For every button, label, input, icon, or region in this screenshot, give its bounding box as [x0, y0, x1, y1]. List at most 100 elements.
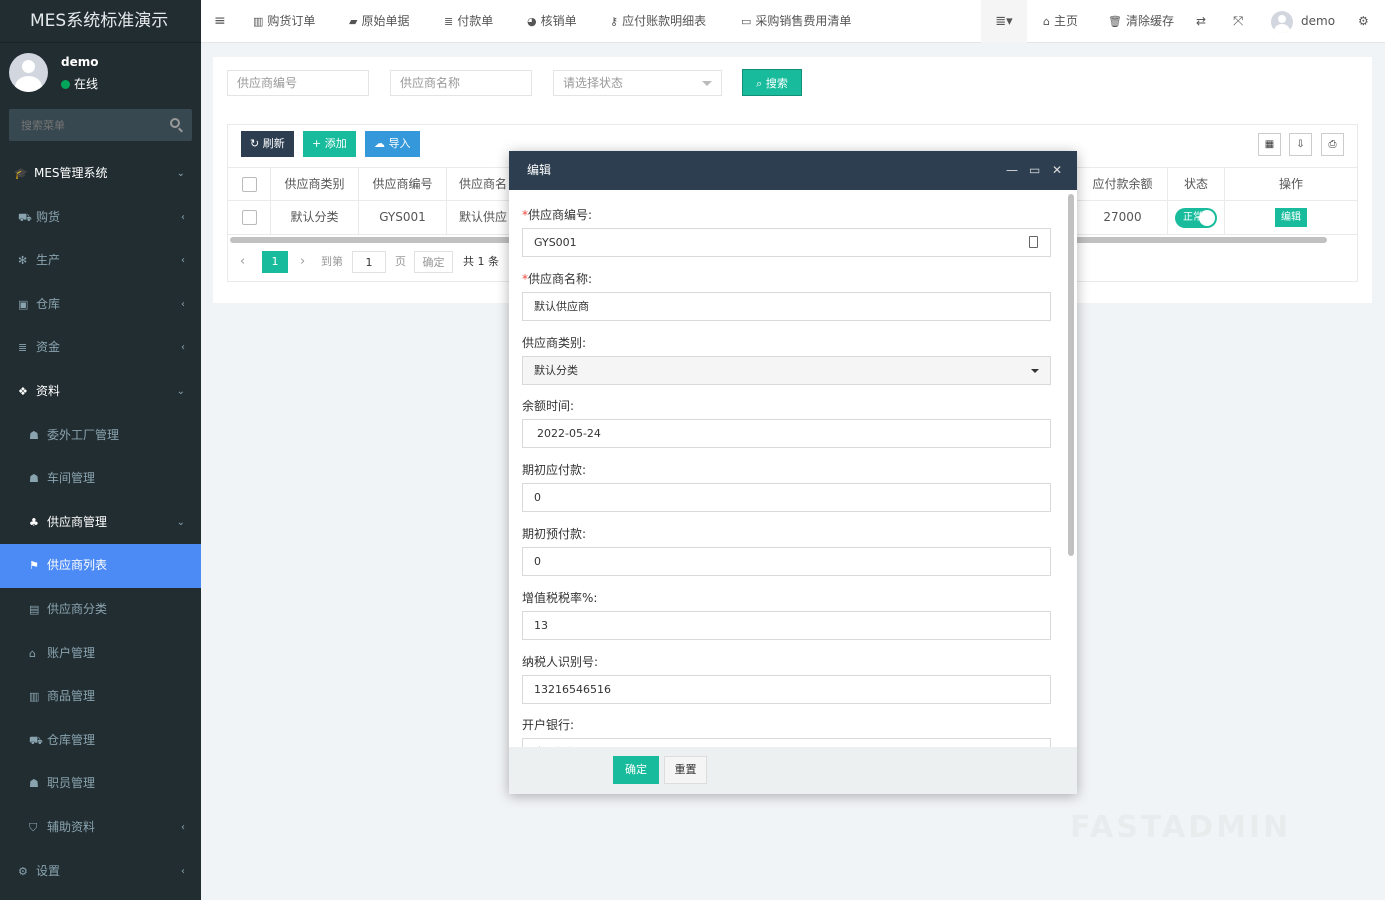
sidebar-item[interactable]: ⚑供应商列表: [0, 544, 201, 588]
supplier-category-select[interactable]: 默认分类: [522, 356, 1051, 385]
form-label: 供应商类别:: [522, 334, 1051, 350]
brand-logo[interactable]: MES系统标准演示: [0, 0, 201, 43]
form-input[interactable]: 中国银行: [522, 738, 1051, 747]
trash-icon: 🗑: [1108, 15, 1122, 28]
total-count: 共 1 条: [463, 251, 499, 273]
sidebar-item-label: 商品管理: [47, 689, 95, 703]
sidebar-item[interactable]: ⛟仓库管理: [0, 719, 201, 763]
filter-supplier-code[interactable]: 供应商编号: [227, 70, 369, 96]
search-icon: ⌕: [756, 77, 766, 90]
maximize-icon[interactable]: ▭: [1029, 151, 1040, 190]
next-page-icon[interactable]: ›: [300, 251, 305, 273]
language-icon[interactable]: ⇄: [1196, 0, 1206, 43]
topnav-tab[interactable]: ▥购货订单: [253, 0, 315, 43]
user-status: 在线: [61, 75, 98, 92]
header-code[interactable]: 供应商编号: [359, 168, 447, 201]
status-toggle[interactable]: 正常: [1175, 208, 1217, 228]
sidebar-item[interactable]: ❖资料⌄: [0, 370, 201, 414]
form-row: 纳税人识别号:13216546516: [522, 653, 1051, 704]
goto-page-input[interactable]: 1: [352, 251, 386, 273]
print-icon[interactable]: ⎙: [1321, 133, 1344, 156]
modal-body: *供应商编号:GYS001*供应商名称:默认供应商供应商类别:默认分类余额时间:…: [509, 190, 1077, 747]
sidebar-item-label: 资金: [36, 340, 60, 354]
page-1-button[interactable]: 1: [262, 251, 288, 273]
form-row: 期初应付款:0: [522, 461, 1051, 512]
topnav-tab[interactable]: ≣付款单: [444, 0, 493, 43]
form-input[interactable]: 2022-05-24: [522, 419, 1051, 448]
header-balance[interactable]: 应付款余额: [1078, 168, 1168, 201]
vertical-scrollbar[interactable]: [1068, 194, 1074, 556]
top-navbar: ≡ ▥购货订单 ▰原始单据 ≣付款单 ◕核销单 ⚷应付账款明细表 ▭采购销售费用清单 ≣▾…: [201, 0, 1385, 43]
columns-icon[interactable]: ▦: [1258, 133, 1281, 156]
header-category[interactable]: 供应商类别: [271, 168, 359, 201]
clear-cache-button[interactable]: 🗑清除缓存: [1108, 0, 1174, 43]
sidebar-item[interactable]: ☗委外工厂管理: [0, 414, 201, 458]
form-input[interactable]: 0: [522, 547, 1051, 576]
menu-search: [9, 109, 192, 141]
home-link[interactable]: ⌂主页: [1043, 0, 1078, 43]
sidebar-item[interactable]: ♣供应商管理⌄: [0, 501, 201, 545]
row-checkbox[interactable]: [228, 201, 271, 234]
form-input[interactable]: 0: [522, 483, 1051, 512]
sidebar-item[interactable]: ▤供应商分类: [0, 588, 201, 632]
prev-page-icon[interactable]: ‹: [240, 251, 245, 273]
edit-button[interactable]: 编辑: [1275, 208, 1307, 227]
import-button[interactable]: ☁ 导入: [365, 131, 420, 157]
sidebar-item[interactable]: ≣资金‹: [0, 326, 201, 370]
sidebar-item[interactable]: ▥商品管理: [0, 675, 201, 719]
form-label: 开户银行:: [522, 716, 1051, 732]
reset-button[interactable]: 重置: [664, 756, 707, 784]
goto-confirm-button[interactable]: 确定: [414, 251, 453, 273]
user-menu[interactable]: demo: [1271, 0, 1335, 43]
add-button[interactable]: + 添加: [303, 131, 356, 157]
sidebar-item[interactable]: ⚙设置‹: [0, 850, 201, 894]
close-icon[interactable]: ✕: [1052, 151, 1062, 190]
fullscreen-icon[interactable]: ⤧: [1233, 0, 1243, 43]
cell-code: GYS001: [359, 201, 447, 234]
sidebar-item[interactable]: ☗职员管理: [0, 762, 201, 806]
header-status[interactable]: 状态: [1168, 168, 1225, 201]
topnav-tab[interactable]: ⚷应付账款明细表: [610, 0, 706, 43]
topnav-tab[interactable]: ▭采购销售费用清单: [741, 0, 851, 43]
search-button[interactable]: ⌕ 搜索: [742, 69, 802, 96]
form-row: 增值税税率%:13: [522, 589, 1051, 640]
form-row: *供应商编号:GYS001: [522, 206, 1051, 257]
search-icon[interactable]: [170, 118, 180, 128]
refresh-button[interactable]: ↻ 刷新: [241, 131, 294, 157]
export-icon[interactable]: ⇩: [1289, 133, 1312, 156]
settings-gear-icon[interactable]: ⚙: [1358, 0, 1369, 43]
file-icon: ▤: [29, 588, 39, 632]
header-name[interactable]: 供应商名: [447, 168, 509, 201]
modal-header[interactable]: 编辑 — ▭ ✕: [509, 151, 1077, 190]
topnav-tab-label: 核销单: [541, 14, 577, 28]
form-row: 余额时间:2022-05-24: [522, 397, 1051, 448]
sidebar-item-label: 资料: [36, 384, 60, 398]
sidebar-item[interactable]: ✻生产‹: [0, 239, 201, 283]
user-panel: demo 在线: [0, 43, 201, 105]
sidebar-item[interactable]: ⌂账户管理: [0, 632, 201, 676]
filter-supplier-name[interactable]: 供应商名称: [390, 70, 532, 96]
topnav-tab-label: 应付账款明细表: [622, 14, 706, 28]
menu-search-input[interactable]: [9, 109, 159, 141]
sidebar-item[interactable]: ▣仓库‹: [0, 283, 201, 327]
form-input[interactable]: 默认供应商: [522, 292, 1051, 321]
filter-status-select[interactable]: 请选择状态: [553, 70, 722, 96]
sidebar-item[interactable]: ☗车间管理: [0, 457, 201, 501]
form-row: 供应商类别: 默认分类: [522, 334, 1051, 385]
topnav-tab[interactable]: ◕核销单: [527, 0, 577, 43]
confirm-button[interactable]: 确定: [613, 756, 659, 784]
sidebar-item[interactable]: ⛟购货‹: [0, 196, 201, 240]
minimize-icon[interactable]: —: [1006, 151, 1018, 190]
chevron-down-icon: ⌄: [177, 152, 185, 196]
sidebar-menu: 🎓MES管理系统⌄⛟购货‹✻生产‹▣仓库‹≣资金‹❖资料⌄☗委外工厂管理☗车间管…: [0, 152, 201, 893]
form-input[interactable]: GYS001: [522, 228, 1051, 257]
form-input[interactable]: 13216546516: [522, 675, 1051, 704]
form-input[interactable]: 13: [522, 611, 1051, 640]
sidebar-item-label: 设置: [36, 864, 60, 878]
sidebar-item[interactable]: 🎓MES管理系统⌄: [0, 152, 201, 196]
topnav-tab[interactable]: ▰原始单据: [349, 0, 409, 43]
hamburger-icon[interactable]: ≡: [214, 0, 226, 43]
tab-list-icon[interactable]: ≣▾: [981, 0, 1027, 43]
select-all-checkbox[interactable]: [228, 168, 271, 201]
sidebar-item[interactable]: ⛉辅助资料‹: [0, 806, 201, 850]
